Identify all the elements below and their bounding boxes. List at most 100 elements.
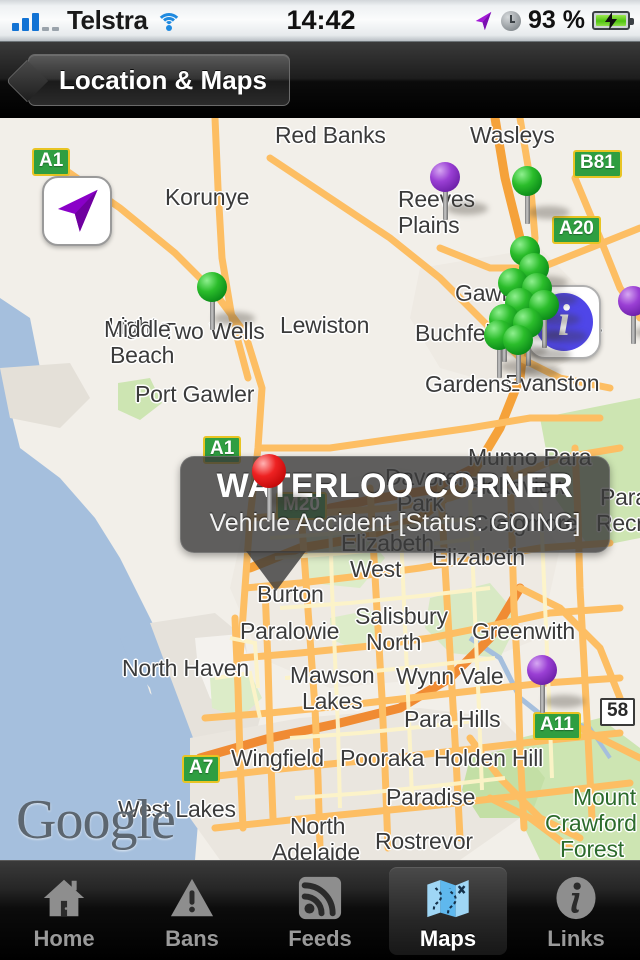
map-place-label: Crawford [545, 810, 637, 836]
map-place-label: Wingfield [231, 745, 324, 771]
tab-label: Links [547, 926, 605, 951]
locate-me-button[interactable] [42, 176, 112, 246]
tab-home[interactable]: Home [0, 861, 128, 960]
battery-charging-icon [592, 11, 634, 30]
status-bar-right: 93 % [356, 6, 640, 35]
pin-shadow [268, 494, 310, 507]
tab-inner: Home [5, 867, 123, 955]
tab-inner: Feeds [261, 867, 379, 955]
lightning-bolt-icon [605, 11, 617, 30]
pin-shadow [543, 695, 585, 708]
map-place-label: Adelaide [272, 839, 360, 860]
map-place-label: Para Hills [404, 706, 501, 732]
pin-head [197, 272, 227, 302]
status-bar-center: 14:42 [286, 5, 355, 36]
pin-shadow [446, 202, 488, 215]
tab-maps[interactable]: Maps [384, 861, 512, 960]
rss-icon [295, 873, 345, 923]
map-place-label: Port Gawler [135, 381, 255, 407]
map-place-label: Middle [104, 316, 171, 342]
map-place-label: Paradise [386, 784, 476, 810]
map-place-label: Red Banks [275, 122, 386, 148]
app-root: Telstra 14:42 93 % Location & Maps Red B… [0, 0, 640, 960]
home-icon [39, 873, 89, 923]
road-shield: A1 [32, 148, 71, 176]
road-shield: B81 [573, 150, 622, 178]
map-place-label: North [290, 813, 346, 839]
tab-inner: Links [517, 867, 635, 955]
navigation-bar: Location & Maps [0, 42, 640, 118]
clock-label: 14:42 [286, 5, 356, 35]
callout-tail [246, 550, 306, 591]
callout-bubble: WATERLOO CORNER Vehicle Accident [Status… [180, 456, 610, 553]
road-shield: 58 [600, 698, 636, 726]
map-icon [423, 873, 473, 923]
pin-head [430, 162, 460, 192]
pin-head [512, 166, 542, 196]
signal-bars-icon [12, 11, 59, 31]
pin-head [527, 655, 557, 685]
map-place-label: Holden Hill [434, 745, 544, 771]
battery-percent-label: 93 % [528, 6, 585, 34]
map-place-label: Mawson [290, 662, 375, 688]
map-place-label: North [366, 629, 422, 655]
map-place-label: Paralowie [240, 618, 340, 644]
tab-label: Feeds [288, 926, 352, 951]
alarm-clock-icon [501, 10, 522, 31]
pin-shadow [213, 312, 255, 325]
road-shield: A20 [552, 216, 601, 244]
map-pin-green[interactable] [512, 166, 570, 224]
tab-label: Home [33, 926, 95, 951]
status-bar-left: Telstra [0, 5, 286, 36]
map-place-label: Rostrevor [375, 828, 473, 854]
map-place-label: Beach [110, 342, 175, 368]
map-place-label: Lakes [302, 688, 363, 714]
tab-label: Bans [165, 926, 219, 951]
map-place-label: Korunye [165, 184, 250, 210]
location-arrow-icon [57, 189, 98, 232]
map-place-label: Forest [560, 836, 624, 860]
road-shield: A11 [533, 712, 581, 740]
pin-head [503, 325, 533, 355]
map-pin-purple[interactable] [618, 286, 640, 344]
map-view[interactable]: Red Banks Wasleys Korunye Reeves Plains Light… [0, 118, 640, 860]
info-icon [551, 873, 601, 923]
pin-shadow [545, 330, 587, 343]
tab-bar: Home Bans Feeds Maps Links [0, 860, 640, 960]
tab-feeds[interactable]: Feeds [256, 861, 384, 960]
map-place-label: Pooraka [340, 745, 425, 771]
map-callout[interactable]: WATERLOO CORNER Vehicle Accident [Status… [180, 456, 610, 591]
status-bar: Telstra 14:42 93 % [0, 0, 640, 42]
map-place-label: North Haven [122, 655, 249, 681]
map-place-label: Salisbury [355, 603, 448, 629]
tab-bans[interactable]: Bans [128, 861, 256, 960]
back-arrow-icon [5, 59, 49, 103]
warning-icon [167, 873, 217, 923]
map-pin-green[interactable] [503, 325, 561, 383]
pin-shadow [519, 365, 561, 378]
tab-links[interactable]: Links [512, 861, 640, 960]
tab-inner: Maps [389, 866, 507, 955]
map-pin-purple[interactable] [527, 655, 585, 713]
location-arrow-icon [475, 11, 492, 30]
google-watermark: Google [16, 789, 176, 851]
pin-head [252, 454, 286, 488]
pin-head [618, 286, 640, 316]
map-pin-red-selected[interactable] [252, 454, 310, 520]
back-button-label: Location & Maps [59, 64, 268, 95]
back-button[interactable]: Location & Maps [5, 54, 291, 106]
carrier-label: Telstra [67, 5, 148, 35]
pin-shadow [529, 348, 571, 361]
map-place-label: Greenwith [472, 618, 576, 644]
tab-label: Maps [419, 926, 477, 951]
tab-inner: Bans [133, 867, 251, 955]
pin-shadow [528, 206, 570, 219]
map-place-label: Mount [573, 784, 636, 810]
map-pin-purple[interactable] [430, 162, 488, 220]
wifi-icon [155, 11, 182, 31]
map-place-label: Wasleys [470, 122, 555, 148]
map-place-label: Lewiston [280, 312, 370, 338]
map-pin-green[interactable] [197, 272, 255, 330]
map-place-label: West [350, 556, 402, 582]
map-place-label: Wynn Vale [396, 663, 504, 689]
